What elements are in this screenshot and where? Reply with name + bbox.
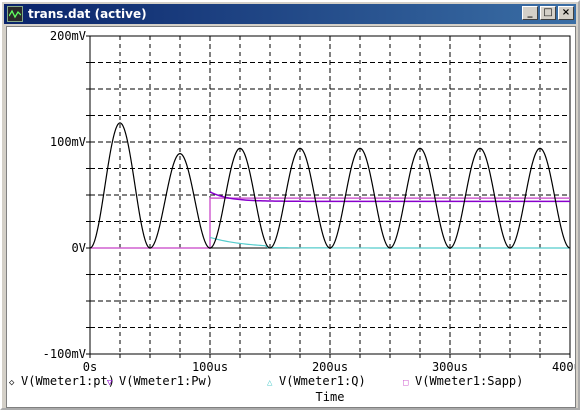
probe-waveform-icon[interactable] xyxy=(7,6,23,22)
title-bar[interactable]: trans.dat (active) _ □ × xyxy=(4,4,576,24)
waveform-window: trans.dat (active) _ □ × 200mV 100mV 0V -10… xyxy=(0,0,580,410)
x-tick-label: 200us xyxy=(312,360,348,374)
plot-area[interactable]: 200mV 100mV 0V -100mV0s 100us 200us 300us 400us… xyxy=(6,26,576,408)
close-button[interactable]: × xyxy=(558,6,574,20)
legend-item: V(Wmeter1:Q) xyxy=(279,374,366,388)
minimize-button[interactable]: _ xyxy=(522,6,538,20)
x-tick-label: 400us xyxy=(552,360,575,374)
legend-marker: ◇ xyxy=(9,378,15,388)
y-tick-label: 200mV xyxy=(50,29,86,43)
x-tick-label: 300us xyxy=(432,360,468,374)
legend-item: V(Wmeter1:pt) xyxy=(21,374,115,388)
x-tick-label: 0s xyxy=(83,360,97,374)
y-tick-label: -100mV xyxy=(43,347,86,361)
maximize-button[interactable]: □ xyxy=(540,6,556,20)
legend-marker: ▽ xyxy=(107,378,113,388)
waveform-chart: 200mV 100mV 0V -100mV0s 100us 200us 300us 400us… xyxy=(9,29,575,404)
legend-marker: △ xyxy=(267,378,273,388)
x-tick-label: 100us xyxy=(192,360,228,374)
y-tick-label: 100mV xyxy=(50,135,86,149)
legend-item: V(Wmeter1:Pw) xyxy=(119,374,213,388)
window-title: trans.dat (active) xyxy=(28,7,147,21)
y-tick-label: 0V xyxy=(72,241,86,255)
legend-item: V(Wmeter1:Sapp) xyxy=(415,374,523,388)
x-axis-label: Time xyxy=(316,390,345,404)
legend-marker: □ xyxy=(403,378,409,388)
